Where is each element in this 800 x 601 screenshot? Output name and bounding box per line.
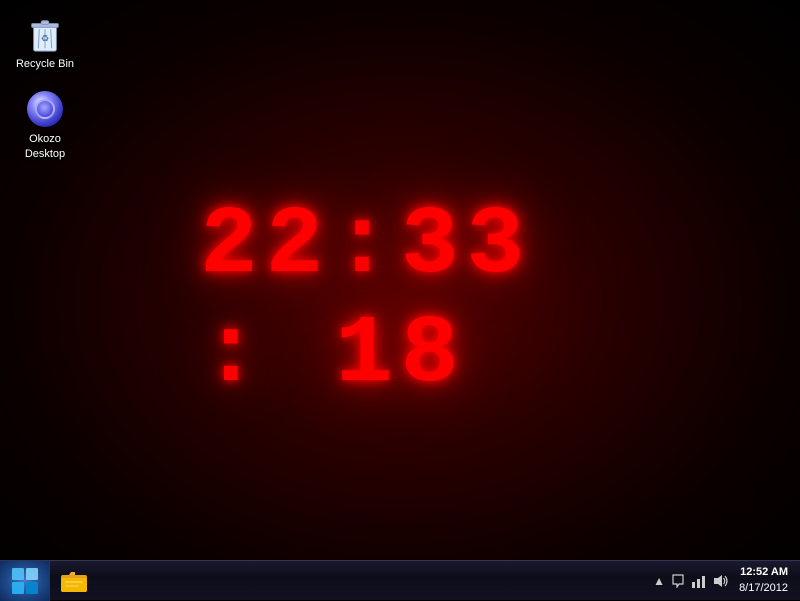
clock-display: 22:33: 18	[200, 191, 600, 409]
clock-colon-2: :	[202, 300, 333, 409]
taskbar: ▲	[0, 560, 800, 600]
action-center-icon[interactable]	[671, 574, 685, 588]
clock-hours: 22	[200, 191, 331, 300]
recycle-bin-icon[interactable]: ♻ Recycle Bin	[10, 10, 80, 75]
tray-time: 12:52 AM	[739, 565, 788, 580]
desktop: ♻ Recycle Bin Okozo Desktop 22:33: 18	[0, 0, 800, 600]
recycle-bin-label: Recycle Bin	[16, 57, 74, 71]
system-clock[interactable]: 12:52 AM 8/17/2012	[735, 565, 792, 596]
okozo-desktop-icon[interactable]: Okozo Desktop	[10, 85, 80, 165]
explorer-taskbar-icon[interactable]	[56, 563, 92, 599]
start-button[interactable]	[0, 561, 50, 601]
show-hidden-icons[interactable]: ▲	[653, 574, 665, 588]
okozo-label: Okozo Desktop	[14, 132, 76, 161]
clock-colon-1: :	[333, 191, 399, 300]
network-icon[interactable]	[691, 574, 707, 588]
taskbar-icons	[50, 561, 98, 600]
okozo-image	[25, 89, 65, 129]
volume-icon[interactable]	[713, 574, 729, 588]
svg-text:♻: ♻	[41, 34, 50, 45]
recycle-bin-image: ♻	[25, 14, 65, 54]
desktop-icons: ♻ Recycle Bin Okozo Desktop	[10, 10, 80, 165]
tray-date: 8/17/2012	[739, 581, 788, 596]
clock-minutes: 33	[401, 191, 532, 300]
system-tray: ▲	[645, 561, 800, 600]
clock-seconds: 18	[335, 300, 466, 409]
